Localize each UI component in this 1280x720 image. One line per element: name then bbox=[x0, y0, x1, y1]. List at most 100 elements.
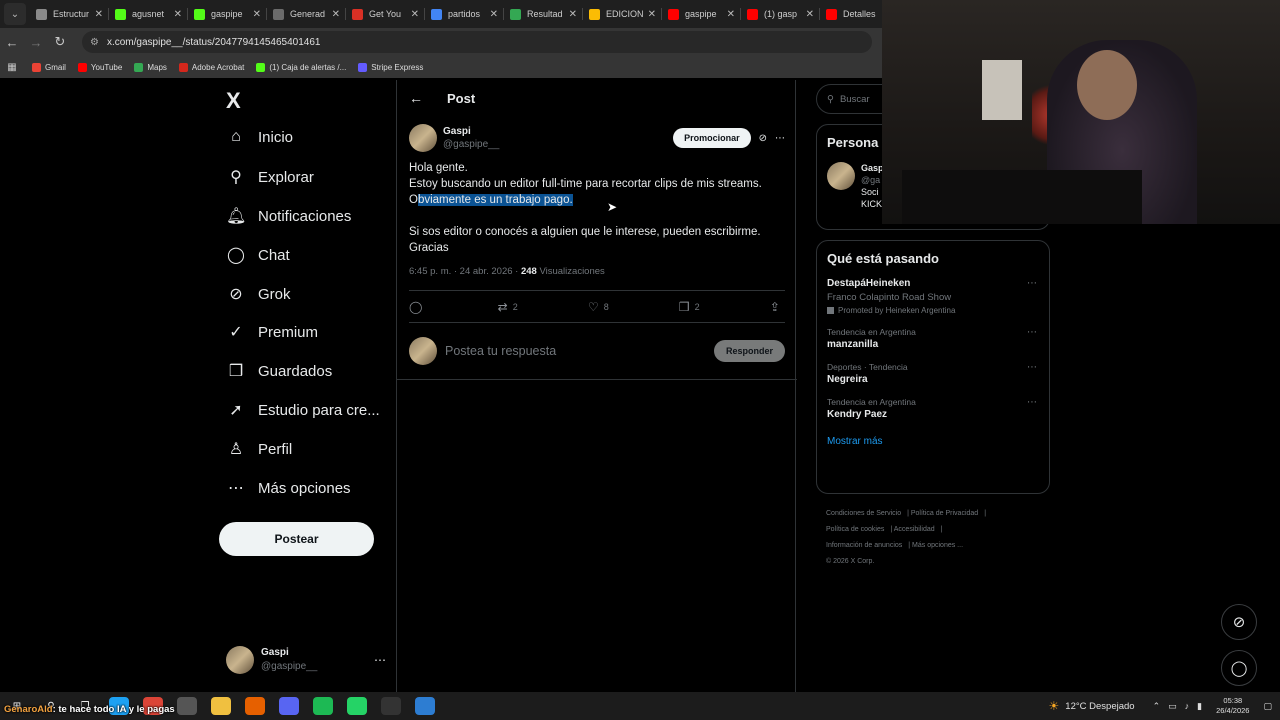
app-icon[interactable] bbox=[177, 697, 197, 715]
browser-tab[interactable]: EDICION ✕ bbox=[583, 0, 662, 28]
back-arrow-icon[interactable]: ← bbox=[409, 90, 423, 106]
browser-tab[interactable]: agusnet ✕ bbox=[109, 0, 188, 28]
more-icon[interactable]: ⋯ bbox=[1027, 278, 1037, 289]
apps-icon[interactable]: ▦ bbox=[0, 62, 24, 73]
trend-item[interactable]: Tendencia en Argentina Kendry Paez ⋯ bbox=[827, 397, 1039, 420]
back-icon[interactable]: ← bbox=[0, 35, 24, 50]
battery-icon[interactable]: ▮ bbox=[1197, 701, 1202, 712]
browser-tab[interactable]: Get You ✕ bbox=[346, 0, 425, 28]
share-action[interactable]: ⇪ bbox=[770, 300, 785, 314]
browser-tab[interactable]: Resultad ✕ bbox=[504, 0, 583, 28]
trend-item[interactable]: DestapáHeineken Franco Colapinto Road Sh… bbox=[827, 278, 1039, 315]
close-icon[interactable]: ✕ bbox=[727, 9, 735, 20]
more-icon[interactable]: ⋯ bbox=[374, 653, 386, 667]
close-icon[interactable]: ✕ bbox=[411, 9, 419, 20]
site-info-icon[interactable]: ⚙ bbox=[90, 37, 99, 48]
clock-time: 05:38 bbox=[1223, 696, 1243, 705]
reply-action[interactable]: ◯ bbox=[409, 300, 427, 314]
firefox-icon[interactable] bbox=[245, 697, 265, 715]
reply-button[interactable]: Responder bbox=[713, 340, 785, 362]
nav-item-premium[interactable]: ✓ Premium bbox=[226, 322, 318, 342]
forward-icon[interactable]: → bbox=[24, 35, 48, 50]
bookmark-item[interactable]: Adobe Acrobat bbox=[178, 62, 244, 72]
bookmark-action[interactable]: ❒ 2 bbox=[679, 300, 700, 314]
author-name[interactable]: Gaspi bbox=[443, 125, 499, 138]
browser-tab[interactable]: partidos ✕ bbox=[425, 0, 504, 28]
nav-item-chat[interactable]: ◯ Chat bbox=[226, 245, 290, 265]
more-icon[interactable]: ⋯ bbox=[775, 133, 785, 144]
nav-item-notificaciones[interactable]: 🔔︎ Notificaciones bbox=[226, 206, 351, 226]
author-avatar[interactable] bbox=[409, 124, 437, 152]
promote-button[interactable]: Promocionar bbox=[673, 128, 751, 148]
grok-icon: ⊘ bbox=[1232, 614, 1246, 631]
weather-text[interactable]: 12°C Despejado bbox=[1065, 701, 1134, 712]
browser-tab[interactable]: (1) gasp ✕ bbox=[741, 0, 820, 28]
notification-icon[interactable]: ▢ bbox=[1263, 701, 1272, 712]
browser-tab[interactable]: Estructur ✕ bbox=[30, 0, 109, 28]
more-icon[interactable]: ⋯ bbox=[1027, 362, 1037, 373]
discord-icon[interactable] bbox=[279, 697, 299, 715]
tab-favicon-icon bbox=[747, 8, 758, 20]
nav-item-grok[interactable]: ⊘ Grok bbox=[226, 284, 290, 304]
bookmark-label: (1) Caja de alertas /... bbox=[269, 62, 347, 72]
nav-item-explorar[interactable]: ⚲ Explorar bbox=[226, 167, 314, 187]
bookmark-item[interactable]: YouTube bbox=[77, 62, 122, 72]
close-icon[interactable]: ✕ bbox=[174, 9, 182, 20]
bookmark-item[interactable]: Stripe Express bbox=[358, 62, 423, 72]
grok-icon[interactable]: ⊘ bbox=[759, 133, 767, 144]
footer-link[interactable]: Información de anuncios bbox=[826, 542, 902, 549]
folder-icon[interactable] bbox=[211, 697, 231, 715]
browser-tab[interactable]: gaspipe ✕ bbox=[188, 0, 267, 28]
spotify-icon[interactable] bbox=[313, 697, 333, 715]
nav-item-inicio[interactable]: ⌂ Inicio bbox=[226, 128, 293, 146]
footer-link[interactable]: Política de Privacidad bbox=[911, 510, 978, 517]
show-more-link[interactable]: Mostrar más bbox=[827, 436, 1039, 447]
x-logo[interactable]: X bbox=[226, 88, 241, 114]
like-action[interactable]: ♡ 8 bbox=[588, 300, 609, 314]
post-button[interactable]: Postear bbox=[219, 522, 374, 556]
footer-link[interactable]: Accesibilidad bbox=[894, 526, 935, 533]
more-icon[interactable]: ⋯ bbox=[1027, 397, 1037, 408]
obs-icon[interactable] bbox=[381, 697, 401, 715]
tab-search-button[interactable]: ⌄ bbox=[4, 3, 26, 25]
whatsapp-icon[interactable] bbox=[347, 697, 367, 715]
messages-fab[interactable]: ◯ bbox=[1221, 650, 1257, 686]
footer-link[interactable]: Condiciones de Servicio bbox=[826, 510, 901, 517]
nav-item-mas[interactable]: ⋯ Más opciones bbox=[226, 478, 351, 498]
tab-favicon-icon bbox=[273, 8, 284, 20]
close-icon[interactable]: ✕ bbox=[490, 9, 498, 20]
close-icon[interactable]: ✕ bbox=[253, 9, 261, 20]
close-icon[interactable]: ✕ bbox=[569, 9, 577, 20]
reply-input[interactable]: Postea tu respuesta bbox=[445, 344, 556, 358]
footer-link[interactable]: Política de cookies bbox=[826, 526, 884, 533]
repost-action[interactable]: ⇄ 2 bbox=[498, 300, 518, 314]
close-icon[interactable]: ✕ bbox=[806, 9, 814, 20]
trend-item[interactable]: Deportes · Tendencia Negreira ⋯ bbox=[827, 362, 1039, 385]
nav-item-perfil[interactable]: ♙ Perfil bbox=[226, 439, 292, 459]
footer-link[interactable]: Más opciones ... bbox=[912, 542, 963, 549]
post-timestamp[interactable]: 6:45 p. m. · 24 abr. 2026 · bbox=[409, 266, 521, 277]
more-icon[interactable]: ⋯ bbox=[1027, 327, 1037, 338]
close-icon[interactable]: ✕ bbox=[648, 9, 656, 20]
nav-item-estudio[interactable]: ➚ Estudio para cre... bbox=[226, 400, 379, 420]
close-icon[interactable]: ✕ bbox=[95, 9, 103, 20]
bookmark-item[interactable]: Maps bbox=[134, 62, 167, 72]
account-switcher[interactable]: Gaspi @gaspipe__ ⋯ bbox=[226, 646, 386, 674]
volume-icon[interactable]: ♪ bbox=[1185, 701, 1190, 711]
clock[interactable]: 05:38 26/4/2026 bbox=[1216, 696, 1249, 716]
grok-fab[interactable]: ⊘ bbox=[1221, 604, 1257, 640]
trend-item[interactable]: Tendencia en Argentina manzanilla ⋯ bbox=[827, 327, 1039, 350]
reload-icon[interactable]: ↻ bbox=[48, 34, 72, 50]
browser-tab[interactable]: Generad ✕ bbox=[267, 0, 346, 28]
close-icon[interactable]: ✕ bbox=[332, 9, 340, 20]
app-icon[interactable] bbox=[415, 697, 435, 715]
author-handle[interactable]: @gaspipe__ bbox=[443, 138, 499, 151]
chat-icon: ◯ bbox=[227, 247, 245, 264]
bookmark-item[interactable]: (1) Caja de alertas /... bbox=[256, 62, 347, 72]
network-icon[interactable]: ▭ bbox=[1168, 701, 1177, 712]
nav-item-guardados[interactable]: ❒ Guardados bbox=[226, 361, 332, 381]
chevron-up-icon[interactable]: ⌃ bbox=[1153, 701, 1161, 712]
bookmark-item[interactable]: Gmail bbox=[32, 62, 66, 72]
browser-tab[interactable]: gaspipe ✕ bbox=[662, 0, 741, 28]
url-field[interactable]: ⚙ x.com/gaspipe__/status/204779414546540… bbox=[82, 31, 872, 53]
